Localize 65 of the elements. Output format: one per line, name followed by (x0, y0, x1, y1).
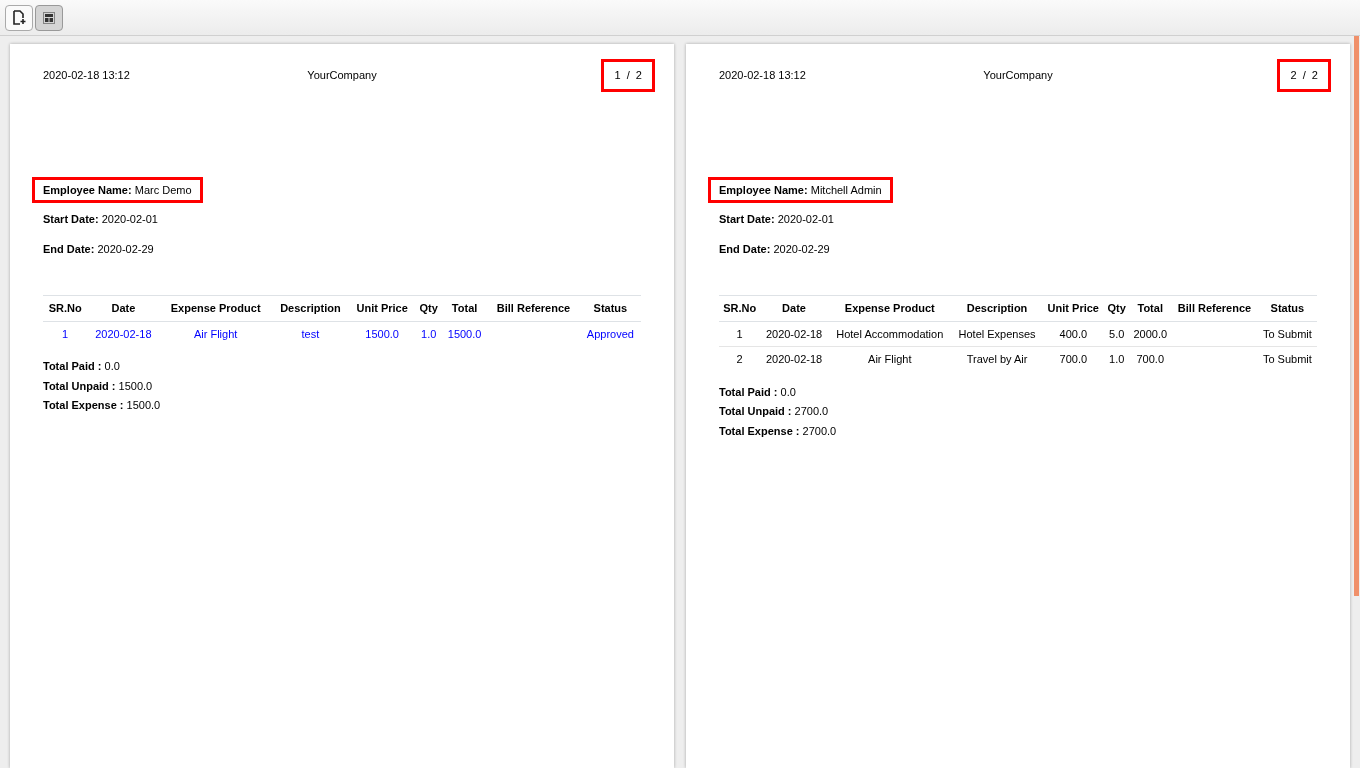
print-datetime: 2020-02-18 13:12 (43, 68, 131, 83)
column-header: Status (1257, 295, 1317, 321)
company-name: YourCompany (982, 68, 1054, 83)
new-page-icon (12, 10, 26, 25)
total-line: Total Expense : 1500.0 (43, 398, 162, 413)
report-field: Employee Name: Marc Demo (32, 176, 203, 203)
toolbar-button[interactable] (5, 4, 33, 31)
table-cell: 2 (736, 353, 743, 365)
toolbar-button[interactable] (35, 4, 63, 31)
table-cell: 700.0 (1059, 353, 1088, 365)
table-cell: 1.0 (421, 327, 437, 340)
column-header: Date (87, 295, 160, 321)
report-field: End Date: 2020-02-29 (719, 240, 830, 257)
column-header: Description (951, 295, 1043, 321)
scrollbar-thumb[interactable] (1354, 36, 1359, 596)
column-header: Expense Product (159, 295, 272, 321)
column-header: Expense Product (827, 295, 952, 321)
column-header: Total (442, 295, 488, 321)
column-header: Date (760, 295, 828, 321)
print-datetime: 2020-02-18 13:12 (719, 68, 807, 83)
table-cell: 2000.0 (1133, 327, 1168, 340)
table-cell: 400.0 (1059, 327, 1088, 340)
layout-icon (43, 11, 55, 24)
column-header: Description (271, 295, 350, 321)
total-line: Total Paid : 0.0 (43, 359, 121, 374)
column-header: Total (1129, 295, 1172, 321)
total-line: Total Unpaid : 2700.0 (719, 404, 830, 419)
column-header: SR.No (719, 295, 761, 321)
page-number: 1 / 2 (601, 59, 655, 92)
table-cell: 1500.0 (447, 327, 482, 340)
column-header: Qty (1104, 295, 1130, 321)
table-cell: test (301, 327, 320, 340)
report-field: Start Date: 2020-02-01 (719, 211, 834, 228)
column-header: Qty (415, 295, 443, 321)
table-cell: 5.0 (1109, 327, 1125, 340)
column-header: Status (579, 295, 641, 321)
column-header: SR.No (43, 295, 88, 321)
column-header: Unit Price (349, 295, 416, 321)
table-cell: Air Flight (193, 327, 238, 340)
table-cell: 1.0 (1109, 353, 1125, 365)
total-line: Total Paid : 0.0 (719, 384, 797, 400)
total-line: Total Unpaid : 1500.0 (43, 378, 154, 394)
total-line: Total Expense : 2700.0 (719, 423, 838, 439)
table-cell: To Submit (1262, 327, 1312, 340)
table-cell: Air Flight (868, 353, 912, 365)
table-cell: 1 (62, 327, 69, 340)
table-cell: Travel by Air (966, 353, 1028, 365)
report-field: End Date: 2020-02-29 (43, 240, 154, 257)
column-header: Bill Reference (487, 295, 580, 321)
column-header: Bill Reference (1171, 295, 1258, 321)
report-field: Employee Name: Mitchell Admin (708, 176, 893, 203)
table-cell: 2020-02-18 (765, 327, 823, 340)
table-cell: 2020-02-18 (765, 353, 823, 365)
column-header: Unit Price (1042, 295, 1105, 321)
company-name: YourCompany (306, 68, 378, 83)
table-cell: Hotel Expenses (958, 327, 1036, 340)
table-cell: Hotel Accommodation (836, 327, 944, 340)
page-number: 2 / 2 (1277, 59, 1331, 92)
report-field: Start Date: 2020-02-01 (43, 211, 158, 228)
table-cell: Approved (586, 327, 634, 340)
table-cell: 1500.0 (365, 327, 399, 340)
table-cell: 1 (736, 327, 743, 340)
table-cell: 2020-02-18 (95, 327, 152, 340)
table-cell: 700.0 (1136, 353, 1164, 365)
table-cell: To Submit (1262, 353, 1312, 365)
